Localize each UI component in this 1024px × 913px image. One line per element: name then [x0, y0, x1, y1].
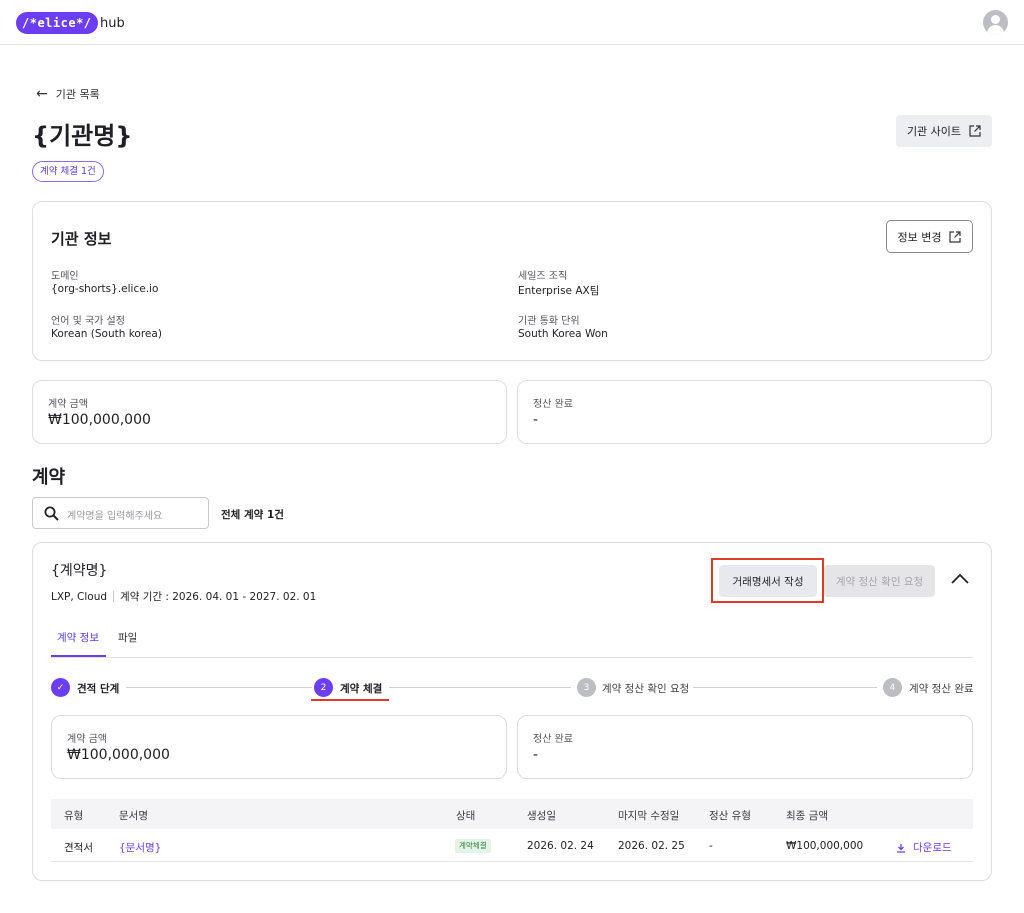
meta-divider	[113, 591, 115, 602]
currency-value: South Korea Won	[518, 328, 608, 340]
back-link-label: 기관 목록	[55, 88, 100, 101]
step-3-number: 3	[577, 678, 596, 697]
settlement-value: -	[533, 412, 539, 428]
th-settle-type: 정산 유형	[709, 810, 751, 822]
currency-label: 기관 통화 단위	[518, 316, 580, 327]
inner-amount-label: 계약 금액	[67, 734, 107, 745]
step-4-number: 4	[883, 678, 902, 697]
row-created: 2026. 02. 24	[527, 840, 594, 852]
settlement-card	[517, 380, 992, 444]
elice-logo[interactable]: /*elice*/	[16, 12, 98, 34]
row-final-amount: ₩100,000,000	[786, 840, 864, 852]
tab-contract-info[interactable]: 계약 정보	[57, 630, 99, 645]
download-label: 다운로드	[913, 842, 952, 854]
th-status: 상태	[456, 810, 476, 822]
edit-info-button[interactable]: 정보 변경	[886, 220, 973, 253]
edit-info-button-label: 정보 변경	[897, 230, 942, 244]
row-modified: 2026. 02. 25	[618, 840, 685, 852]
chevron-up-icon[interactable]	[949, 570, 971, 588]
search-placeholder: 계약명을 입력해주세요	[67, 511, 163, 522]
inner-amount-value: ₩100,000,000	[67, 747, 170, 763]
org-site-button[interactable]: 기관 사이트	[896, 115, 992, 147]
contract-amount-value: ₩100,000,000	[48, 412, 151, 428]
documents-table-header	[51, 799, 973, 829]
contract-meta: LXP, Cloud 계약 기간 : 2026. 04. 01 - 2027. …	[51, 589, 316, 604]
row-settle-type: -	[709, 840, 713, 852]
back-link[interactable]: ← 기관 목록	[36, 86, 100, 102]
org-info-heading: 기관 정보	[51, 230, 112, 248]
tab-divider	[51, 657, 973, 658]
row-type: 견적서	[64, 842, 93, 854]
th-modified: 마지막 수정일	[618, 810, 680, 822]
th-final-amount: 최종 금액	[786, 810, 828, 822]
page-title: {기관명}	[32, 122, 133, 150]
top-bar	[0, 0, 1024, 45]
table-row-divider	[51, 861, 973, 862]
inner-settlement-label: 정산 완료	[533, 734, 573, 745]
contract-amount-label: 계약 금액	[48, 399, 88, 410]
download-icon	[897, 843, 905, 853]
settlement-request-button: 계약 정산 확인 요청	[824, 565, 935, 597]
sales-org-label: 세일즈 조직	[518, 271, 568, 282]
tab-active-indicator	[51, 655, 106, 657]
step-connector	[126, 687, 312, 688]
th-created: 생성일	[527, 810, 556, 822]
contract-period: 계약 기간 : 2026. 04. 01 - 2027. 02. 01	[120, 591, 317, 603]
row-doc-name-link[interactable]: {문서명}	[119, 840, 161, 855]
org-info-card	[32, 201, 992, 361]
step-2-label: 계약 체결	[340, 683, 383, 695]
domain-label: 도메인	[51, 271, 79, 282]
search-icon	[44, 506, 59, 521]
download-button[interactable]: 다운로드	[896, 840, 952, 855]
settlement-label: 정산 완료	[533, 399, 573, 410]
arrow-left-icon: ←	[36, 86, 48, 102]
step-connector	[389, 687, 571, 688]
step-4-label: 계약 정산 완료	[909, 683, 974, 695]
inner-settlement-card	[517, 715, 973, 779]
contract-name: {계약명}	[51, 563, 108, 579]
create-invoice-button[interactable]: 거래명세서 작성	[719, 565, 817, 597]
user-avatar-icon[interactable]	[983, 10, 1008, 35]
sales-org-value: Enterprise AX팀	[518, 285, 600, 297]
org-site-button-label: 기관 사이트	[906, 125, 962, 138]
status-badge: 계약체결	[455, 839, 491, 853]
th-type: 유형	[64, 810, 84, 822]
external-link-icon	[969, 125, 981, 137]
step-2-number: 2	[314, 678, 333, 697]
contract-count-badge: 계약 체결 1건	[32, 161, 104, 182]
step-1-label: 견적 단계	[77, 683, 120, 695]
contracts-heading: 계약	[32, 467, 66, 488]
contract-search-input[interactable]: 계약명을 입력해주세요	[32, 497, 209, 529]
inner-settlement-value: -	[533, 747, 539, 763]
th-doc-name: 문서명	[119, 810, 148, 822]
step-connector	[693, 687, 877, 688]
total-contracts-count: 전체 계약 1건	[221, 509, 284, 521]
language-label: 언어 및 국가 설정	[51, 316, 125, 327]
highlight-underline	[311, 699, 389, 701]
step-1-check-icon: ✓	[51, 678, 70, 697]
domain-value: {org-shorts}.elice.io	[51, 283, 159, 295]
contract-products: LXP, Cloud	[51, 590, 108, 603]
logo-hub-text: hub	[100, 16, 125, 31]
external-link-icon	[949, 230, 962, 243]
language-value: Korean (South korea)	[51, 328, 162, 340]
step-3-label: 계약 정산 확인 요청	[602, 683, 690, 695]
tab-files[interactable]: 파일	[118, 630, 137, 645]
